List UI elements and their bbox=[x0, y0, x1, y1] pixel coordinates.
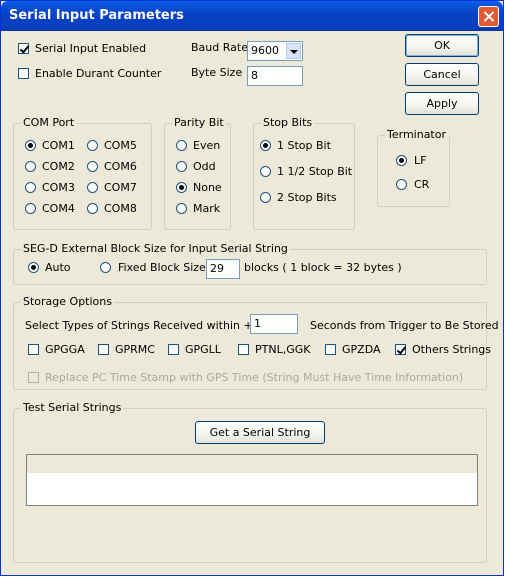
blocks-note: blocks ( 1 block = 32 bytes ) bbox=[244, 261, 402, 274]
one-stop-bit-radio[interactable] bbox=[260, 140, 271, 151]
enable-durant-counter-label: Enable Durant Counter bbox=[35, 67, 162, 80]
terminator-title: Terminator bbox=[385, 128, 448, 141]
gpgga-checkbox[interactable] bbox=[28, 344, 39, 355]
chevron-down-icon[interactable] bbox=[286, 43, 301, 59]
segd-fixed-radio[interactable] bbox=[100, 262, 111, 273]
gpzda-checkbox[interactable] bbox=[325, 344, 336, 355]
gpzda-label: GPZDA bbox=[342, 343, 381, 356]
others-strings-checkbox[interactable] bbox=[395, 344, 406, 355]
seconds-label: Seconds from Trigger to Be Stored bbox=[310, 319, 499, 332]
segd-auto-radio[interactable] bbox=[28, 262, 39, 273]
byte-size-label: Byte Size bbox=[191, 66, 243, 79]
segd-fixed-label: Fixed Block Size: bbox=[118, 261, 210, 274]
one-half-stop-bit-radio[interactable] bbox=[260, 166, 271, 177]
baud-rate-select[interactable]: 9600 bbox=[247, 41, 303, 61]
storage-options-title: Storage Options bbox=[21, 295, 114, 308]
ptnl-ggk-checkbox[interactable] bbox=[238, 344, 249, 355]
serial-string-output[interactable] bbox=[26, 454, 478, 506]
ptnl-ggk-label: PTNL,GGK bbox=[255, 343, 311, 356]
com2-radio[interactable] bbox=[25, 161, 36, 172]
com8-label: COM8 bbox=[104, 202, 137, 215]
parity-mark-label: Mark bbox=[193, 202, 221, 215]
parity-none-label: None bbox=[193, 181, 222, 194]
com5-label: COM5 bbox=[104, 139, 137, 152]
one-half-stop-bit-label: 1 1/2 Stop Bit bbox=[277, 165, 353, 178]
baud-rate-label: Baud Rate bbox=[191, 41, 248, 54]
dialog-client: Serial Input Enabled Enable Durant Count… bbox=[4, 31, 501, 574]
gprmc-label: GPRMC bbox=[115, 343, 155, 356]
com3-label: COM3 bbox=[42, 181, 75, 194]
title-bar[interactable]: Serial Input Parameters bbox=[1, 1, 503, 31]
serial-input-enabled-label: Serial Input Enabled bbox=[35, 42, 147, 55]
segd-title: SEG-D External Block Size for Input Seri… bbox=[21, 242, 290, 255]
com4-radio[interactable] bbox=[25, 203, 36, 214]
two-stop-bits-radio[interactable] bbox=[260, 192, 271, 203]
ok-button[interactable]: OK bbox=[405, 34, 479, 57]
gpgll-checkbox[interactable] bbox=[168, 344, 179, 355]
apply-button[interactable]: Apply bbox=[405, 92, 479, 115]
test-serial-strings-title: Test Serial Strings bbox=[21, 401, 124, 414]
stop-bits-title: Stop Bits bbox=[261, 116, 315, 129]
parity-odd-label: Odd bbox=[193, 160, 216, 173]
parity-none-radio[interactable] bbox=[176, 182, 187, 193]
gprmc-checkbox[interactable] bbox=[98, 344, 109, 355]
com1-label: COM1 bbox=[42, 139, 75, 152]
com3-radio[interactable] bbox=[25, 182, 36, 193]
serial-string-output-header bbox=[27, 455, 477, 473]
terminator-lf-radio[interactable] bbox=[396, 155, 407, 166]
gpgga-label: GPGGA bbox=[45, 343, 85, 356]
enable-durant-counter-checkbox[interactable] bbox=[18, 68, 29, 79]
com5-radio[interactable] bbox=[87, 140, 98, 151]
others-strings-label: Others Strings bbox=[412, 343, 492, 356]
byte-size-input[interactable]: 8 bbox=[247, 66, 303, 86]
terminator-cr-radio[interactable] bbox=[396, 179, 407, 190]
com6-label: COM6 bbox=[104, 160, 137, 173]
replace-timestamp-label: Replace PC Time Stamp with GPS Time (Str… bbox=[45, 371, 464, 384]
parity-even-label: Even bbox=[193, 139, 221, 152]
storage-select-label: Select Types of Strings Received within … bbox=[25, 319, 261, 332]
parity-mark-radio[interactable] bbox=[176, 203, 187, 214]
two-stop-bits-label: 2 Stop Bits bbox=[277, 191, 337, 204]
com6-radio[interactable] bbox=[87, 161, 98, 172]
com1-radio[interactable] bbox=[25, 140, 36, 151]
seconds-input[interactable]: 1 bbox=[250, 314, 298, 334]
window-title: Serial Input Parameters bbox=[9, 8, 184, 23]
serial-input-enabled-checkbox[interactable] bbox=[18, 43, 29, 54]
terminator-lf-label: LF bbox=[414, 154, 427, 167]
parity-bit-title: Parity Bit bbox=[172, 116, 226, 129]
gpgll-label: GPGLL bbox=[185, 343, 221, 356]
com4-label: COM4 bbox=[42, 202, 75, 215]
com8-radio[interactable] bbox=[87, 203, 98, 214]
com7-radio[interactable] bbox=[87, 182, 98, 193]
com-port-title: COM Port bbox=[21, 116, 77, 129]
parity-odd-radio[interactable] bbox=[176, 161, 187, 172]
com2-label: COM2 bbox=[42, 160, 75, 173]
baud-rate-value: 9600 bbox=[251, 44, 279, 57]
terminator-cr-label: CR bbox=[414, 178, 430, 191]
parity-even-radio[interactable] bbox=[176, 140, 187, 151]
segd-auto-label: Auto bbox=[45, 261, 71, 274]
close-button[interactable] bbox=[478, 6, 499, 27]
get-serial-string-button[interactable]: Get a Serial String bbox=[195, 421, 325, 444]
dialog-window: Serial Input Parameters Serial Input Ena… bbox=[0, 0, 504, 576]
one-stop-bit-label: 1 Stop Bit bbox=[277, 139, 331, 152]
com7-label: COM7 bbox=[104, 181, 137, 194]
terminator-group bbox=[377, 135, 450, 207]
replace-timestamp-checkbox[interactable] bbox=[28, 372, 39, 383]
block-size-input[interactable]: 29 bbox=[206, 259, 240, 279]
cancel-button[interactable]: Cancel bbox=[405, 63, 479, 86]
